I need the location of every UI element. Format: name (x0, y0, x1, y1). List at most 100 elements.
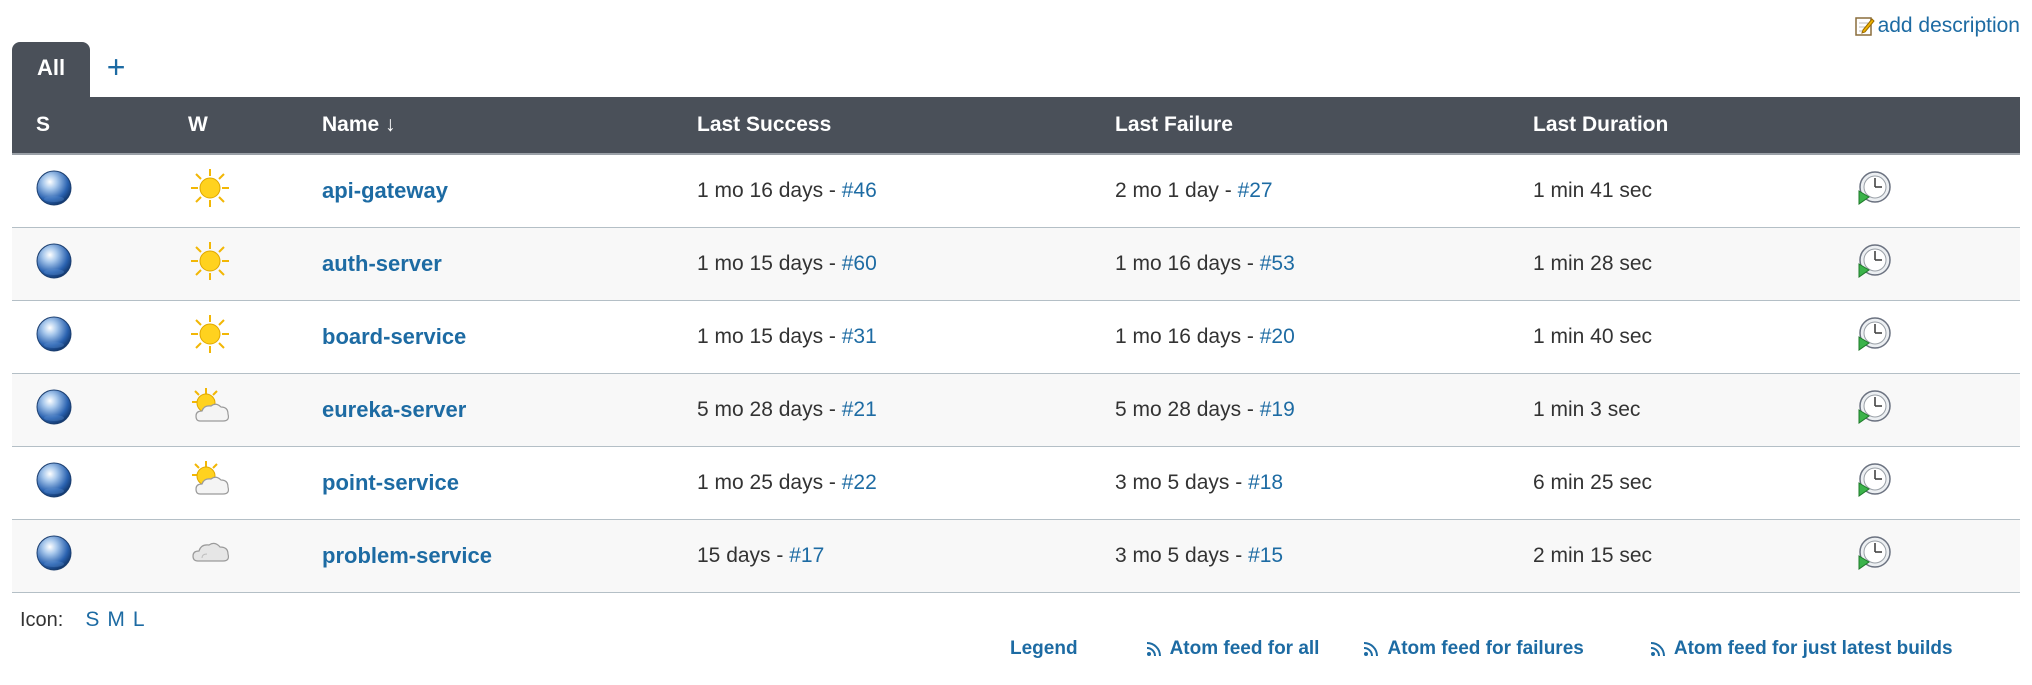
partly-cloudy-icon (188, 458, 234, 508)
legend-label: Legend (1010, 638, 1078, 659)
last-success-build-link[interactable]: #22 (842, 471, 877, 494)
weather-cell (188, 227, 322, 300)
job-name-link[interactable]: api-gateway (322, 178, 448, 203)
sun-icon (188, 239, 232, 289)
schedule-build-icon[interactable] (1855, 169, 1893, 213)
last-duration: 1 min 40 sec (1533, 324, 1653, 348)
schedule-build-icon[interactable] (1855, 534, 1893, 578)
table-row: eureka-server 5 mo 28 days - #21 5 mo 28… (12, 373, 2020, 446)
column-name[interactable]: Name ↓ (322, 97, 697, 155)
last-duration-cell: 2 min 15 sec (1533, 519, 1855, 592)
icon-size-label: Icon: (20, 608, 64, 631)
column-weather[interactable]: W (188, 97, 322, 155)
last-success-cell: 1 mo 15 days - #60 (697, 227, 1115, 300)
last-success-build-link[interactable]: #21 (842, 398, 877, 421)
table-row: api-gateway 1 mo 16 days - #46 2 mo 1 da… (12, 154, 2020, 227)
last-success-build-link[interactable]: #46 (842, 179, 877, 202)
icon-size-large[interactable]: L (133, 608, 145, 632)
status-cell (12, 154, 188, 227)
last-duration-cell: 1 min 28 sec (1533, 227, 1855, 300)
last-failure-time: 1 mo 16 days - (1115, 251, 1260, 275)
rss-icon (1146, 642, 1161, 657)
job-name-cell: problem-service (322, 519, 697, 592)
atom-feed-all-link[interactable]: Atom feed for all (1146, 638, 1320, 660)
last-success-build-link[interactable]: #17 (789, 544, 824, 567)
atom-feed-failures-link[interactable]: Atom feed for failures (1363, 638, 1584, 660)
view-tabs: All + (12, 42, 142, 98)
last-failure-build-link[interactable]: #19 (1260, 398, 1295, 421)
job-name-link[interactable]: problem-service (322, 543, 492, 568)
actions-cell (1855, 446, 2020, 519)
column-status[interactable]: S (12, 97, 188, 155)
job-name-link[interactable]: board-service (322, 324, 466, 349)
last-failure-time: 3 mo 5 days - (1115, 543, 1249, 567)
dashboard: add description All + S W Name ↓ Last Su… (0, 0, 2032, 685)
actions-cell (1855, 300, 2020, 373)
job-name-cell: api-gateway (322, 154, 697, 227)
schedule-build-icon[interactable] (1855, 461, 1893, 505)
last-duration: 1 min 3 sec (1533, 397, 1641, 421)
rss-icon (1650, 642, 1665, 657)
atom-feed-latest-link[interactable]: Atom feed for just latest builds (1650, 638, 1953, 660)
icon-size-small[interactable]: S (85, 608, 99, 632)
table-row: auth-server 1 mo 15 days - #60 1 mo 16 d… (12, 227, 2020, 300)
last-failure-build-link[interactable]: #18 (1248, 471, 1283, 494)
job-name-link[interactable]: point-service (322, 470, 459, 495)
partly-cloudy-icon (188, 385, 234, 435)
last-success-build-link[interactable]: #31 (842, 325, 877, 348)
last-success-build-link[interactable]: #60 (842, 252, 877, 275)
last-failure-build-link[interactable]: #15 (1248, 544, 1283, 567)
last-success-cell: 1 mo 16 days - #46 (697, 154, 1115, 227)
weather-cell (188, 519, 322, 592)
last-duration-cell: 1 min 41 sec (1533, 154, 1855, 227)
column-actions (1855, 97, 2020, 155)
new-view-button[interactable]: + (90, 42, 142, 98)
schedule-build-icon[interactable] (1855, 315, 1893, 359)
last-duration-cell: 1 min 3 sec (1533, 373, 1855, 446)
table-row: problem-service 15 days - #17 3 mo 5 day… (12, 519, 2020, 592)
actions-cell (1855, 154, 2020, 227)
last-failure-build-link[interactable]: #53 (1260, 252, 1295, 275)
atom-feed-latest-label: Atom feed for just latest builds (1673, 638, 1953, 659)
last-failure-cell: 1 mo 16 days - #20 (1115, 300, 1533, 373)
last-failure-build-link[interactable]: #20 (1260, 325, 1295, 348)
add-description-label: add description (1877, 14, 2020, 37)
last-success-time: 5 mo 28 days - (697, 397, 842, 421)
job-name-link[interactable]: auth-server (322, 251, 442, 276)
schedule-build-icon[interactable] (1855, 388, 1893, 432)
atom-feed-failures-label: Atom feed for failures (1387, 638, 1584, 659)
icon-size-medium[interactable]: M (107, 608, 125, 632)
job-name-cell: point-service (322, 446, 697, 519)
column-last-duration[interactable]: Last Duration (1533, 97, 1855, 155)
rss-icon (1364, 642, 1379, 657)
actions-cell (1855, 227, 2020, 300)
tab-all[interactable]: All (12, 42, 91, 98)
last-success-cell: 1 mo 15 days - #31 (697, 300, 1115, 373)
column-last-success[interactable]: Last Success (697, 97, 1115, 155)
column-last-failure[interactable]: Last Failure (1115, 97, 1533, 155)
blue-ball-icon (34, 314, 74, 360)
footer-links: Legend Atom feed for all Atom feed for f… (1010, 638, 1953, 660)
status-cell (12, 373, 188, 446)
last-success-time: 1 mo 15 days - (697, 251, 842, 275)
blue-ball-icon (34, 241, 74, 287)
job-name-link[interactable]: eureka-server (322, 397, 466, 422)
atom-feed-all-label: Atom feed for all (1169, 638, 1320, 659)
last-failure-cell: 3 mo 5 days - #18 (1115, 446, 1533, 519)
legend-link[interactable]: Legend (1010, 638, 1078, 660)
job-name-cell: board-service (322, 300, 697, 373)
sun-icon (188, 166, 232, 216)
last-success-cell: 15 days - #17 (697, 519, 1115, 592)
last-success-time: 1 mo 25 days - (697, 470, 842, 494)
add-description-link[interactable]: add description (1854, 14, 2020, 38)
last-duration: 1 min 28 sec (1533, 251, 1653, 275)
icon-size-selector: Icon: S M L (20, 608, 145, 632)
status-cell (12, 300, 188, 373)
weather-cell (188, 373, 322, 446)
last-success-time: 15 days - (697, 543, 790, 567)
last-failure-build-link[interactable]: #27 (1238, 179, 1273, 202)
cloudy-icon (188, 531, 234, 581)
blue-ball-icon (34, 533, 74, 579)
job-name-cell: eureka-server (322, 373, 697, 446)
schedule-build-icon[interactable] (1855, 242, 1893, 286)
